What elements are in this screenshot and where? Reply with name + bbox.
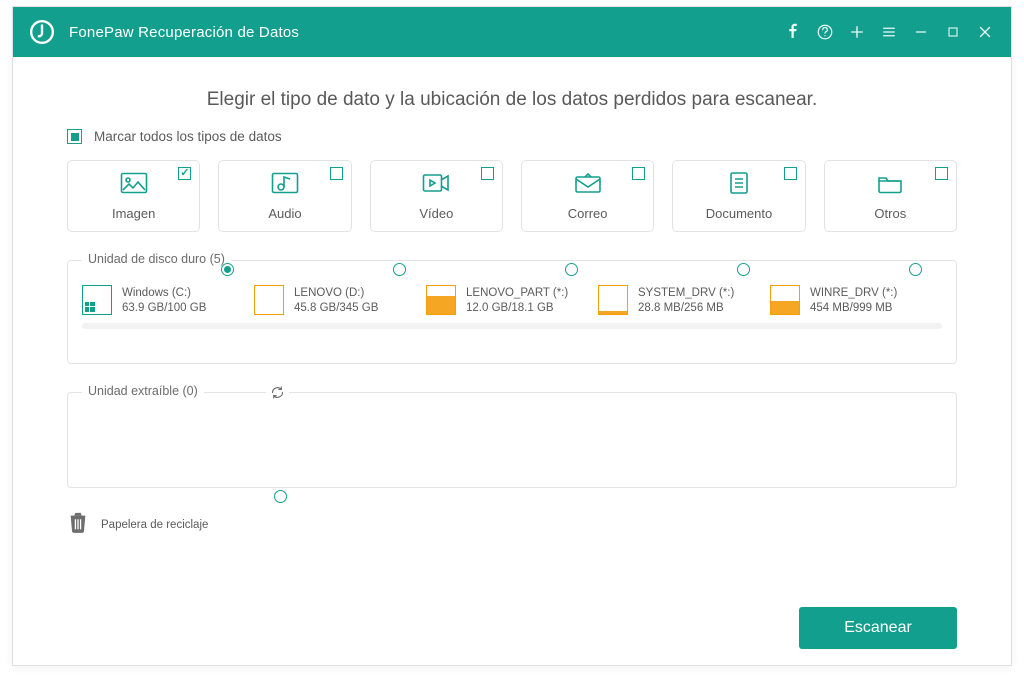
- drive-item-d[interactable]: LENOVO (D:) 45.8 GB/345 GB: [254, 285, 426, 315]
- removable-legend: Unidad extraíble (0): [82, 384, 204, 398]
- feedback-icon[interactable]: [809, 16, 841, 48]
- drive-icon: [426, 285, 456, 315]
- recycle-radio[interactable]: [274, 490, 287, 503]
- drive-icon: [82, 285, 112, 315]
- drive-name: Windows (C:): [122, 287, 206, 299]
- recycle-bin-item[interactable]: Papelera de reciclaje: [67, 510, 257, 539]
- drive-item-winredrv[interactable]: WINRE_DRV (*:) 454 MB/999 MB: [770, 285, 942, 315]
- facebook-icon[interactable]: [777, 16, 809, 48]
- drive-icon: [598, 285, 628, 315]
- drive-item-systemdrv[interactable]: SYSTEM_DRV (*:) 28.8 MB/256 MB: [598, 285, 770, 315]
- type-checkbox-image[interactable]: [178, 167, 191, 180]
- type-card-other[interactable]: Otros: [824, 160, 957, 232]
- document-icon: [725, 171, 753, 200]
- removable-fieldset: Unidad extraíble (0): [67, 392, 957, 488]
- refresh-icon[interactable]: [266, 385, 289, 400]
- maximize-button[interactable]: [937, 16, 969, 48]
- type-card-audio[interactable]: Audio: [218, 160, 351, 232]
- drive-size: 63.9 GB/100 GB: [122, 302, 206, 314]
- hdd-legend: Unidad de disco duro (5): [82, 252, 231, 266]
- type-label-image: Imagen: [112, 206, 155, 221]
- drive-icon: [254, 285, 284, 315]
- type-label-document: Documento: [706, 206, 772, 221]
- drive-radio[interactable]: [737, 263, 750, 276]
- type-card-video[interactable]: Vídeo: [370, 160, 503, 232]
- folder-icon: [876, 171, 904, 200]
- app-title: FonePaw Recuperación de Datos: [69, 24, 299, 41]
- recycle-label: Papelera de reciclaje: [101, 519, 208, 531]
- drive-radio[interactable]: [221, 263, 234, 276]
- type-checkbox-document[interactable]: [784, 167, 797, 180]
- type-card-image[interactable]: Imagen: [67, 160, 200, 232]
- check-all-checkbox[interactable]: [67, 129, 82, 144]
- titlebar: FonePaw Recuperación de Datos: [13, 7, 1011, 57]
- type-checkbox-mail[interactable]: [632, 167, 645, 180]
- type-card-mail[interactable]: Correo: [521, 160, 654, 232]
- menu-icon[interactable]: [873, 16, 905, 48]
- drive-name: LENOVO_PART (*:): [466, 287, 568, 299]
- check-all-label: Marcar todos los tipos de datos: [94, 129, 282, 144]
- drive-name: WINRE_DRV (*:): [810, 287, 897, 299]
- drive-name: LENOVO (D:): [294, 287, 378, 299]
- drive-name: SYSTEM_DRV (*:): [638, 287, 734, 299]
- drive-radio[interactable]: [565, 263, 578, 276]
- data-type-row: Imagen Audio Vídeo C: [67, 160, 957, 232]
- drive-size: 28.8 MB/256 MB: [638, 302, 734, 314]
- minimize-button[interactable]: [905, 16, 937, 48]
- page-headline: Elegir el tipo de dato y la ubicación de…: [67, 89, 957, 111]
- drive-size: 454 MB/999 MB: [810, 302, 897, 314]
- type-checkbox-video[interactable]: [481, 167, 494, 180]
- app-window: FonePaw Recuperación de Datos Elegir el …: [12, 6, 1012, 666]
- check-all-row[interactable]: Marcar todos los tipos de datos: [67, 129, 957, 144]
- drive-icon: [770, 285, 800, 315]
- type-checkbox-audio[interactable]: [330, 167, 343, 180]
- drive-radio[interactable]: [393, 263, 406, 276]
- scan-button[interactable]: Escanear: [799, 607, 957, 649]
- drive-item-c[interactable]: Windows (C:) 63.9 GB/100 GB: [82, 285, 254, 315]
- type-checkbox-other[interactable]: [935, 167, 948, 180]
- hdd-drive-row: Windows (C:) 63.9 GB/100 GB LENOVO (D:) …: [82, 285, 942, 315]
- content-area: Elegir el tipo de dato y la ubicación de…: [13, 57, 1011, 665]
- hdd-fieldset: Unidad de disco duro (5) Windows (C:) 63…: [67, 260, 957, 364]
- audio-icon: [271, 171, 299, 200]
- video-icon: [422, 171, 450, 200]
- type-label-other: Otros: [874, 206, 906, 221]
- trash-icon: [67, 510, 89, 539]
- type-label-mail: Correo: [568, 206, 608, 221]
- image-icon: [120, 171, 148, 200]
- mail-icon: [574, 171, 602, 200]
- drive-radio[interactable]: [909, 263, 922, 276]
- drive-size: 45.8 GB/345 GB: [294, 302, 378, 314]
- drive-size: 12.0 GB/18.1 GB: [466, 302, 568, 314]
- drive-item-lenovopart[interactable]: LENOVO_PART (*:) 12.0 GB/18.1 GB: [426, 285, 598, 315]
- plus-icon[interactable]: [841, 16, 873, 48]
- type-label-video: Vídeo: [419, 206, 453, 221]
- hdd-scrollbar[interactable]: [82, 323, 942, 329]
- close-button[interactable]: [969, 16, 1001, 48]
- type-card-document[interactable]: Documento: [672, 160, 805, 232]
- type-label-audio: Audio: [268, 206, 301, 221]
- app-logo-icon: [29, 19, 55, 45]
